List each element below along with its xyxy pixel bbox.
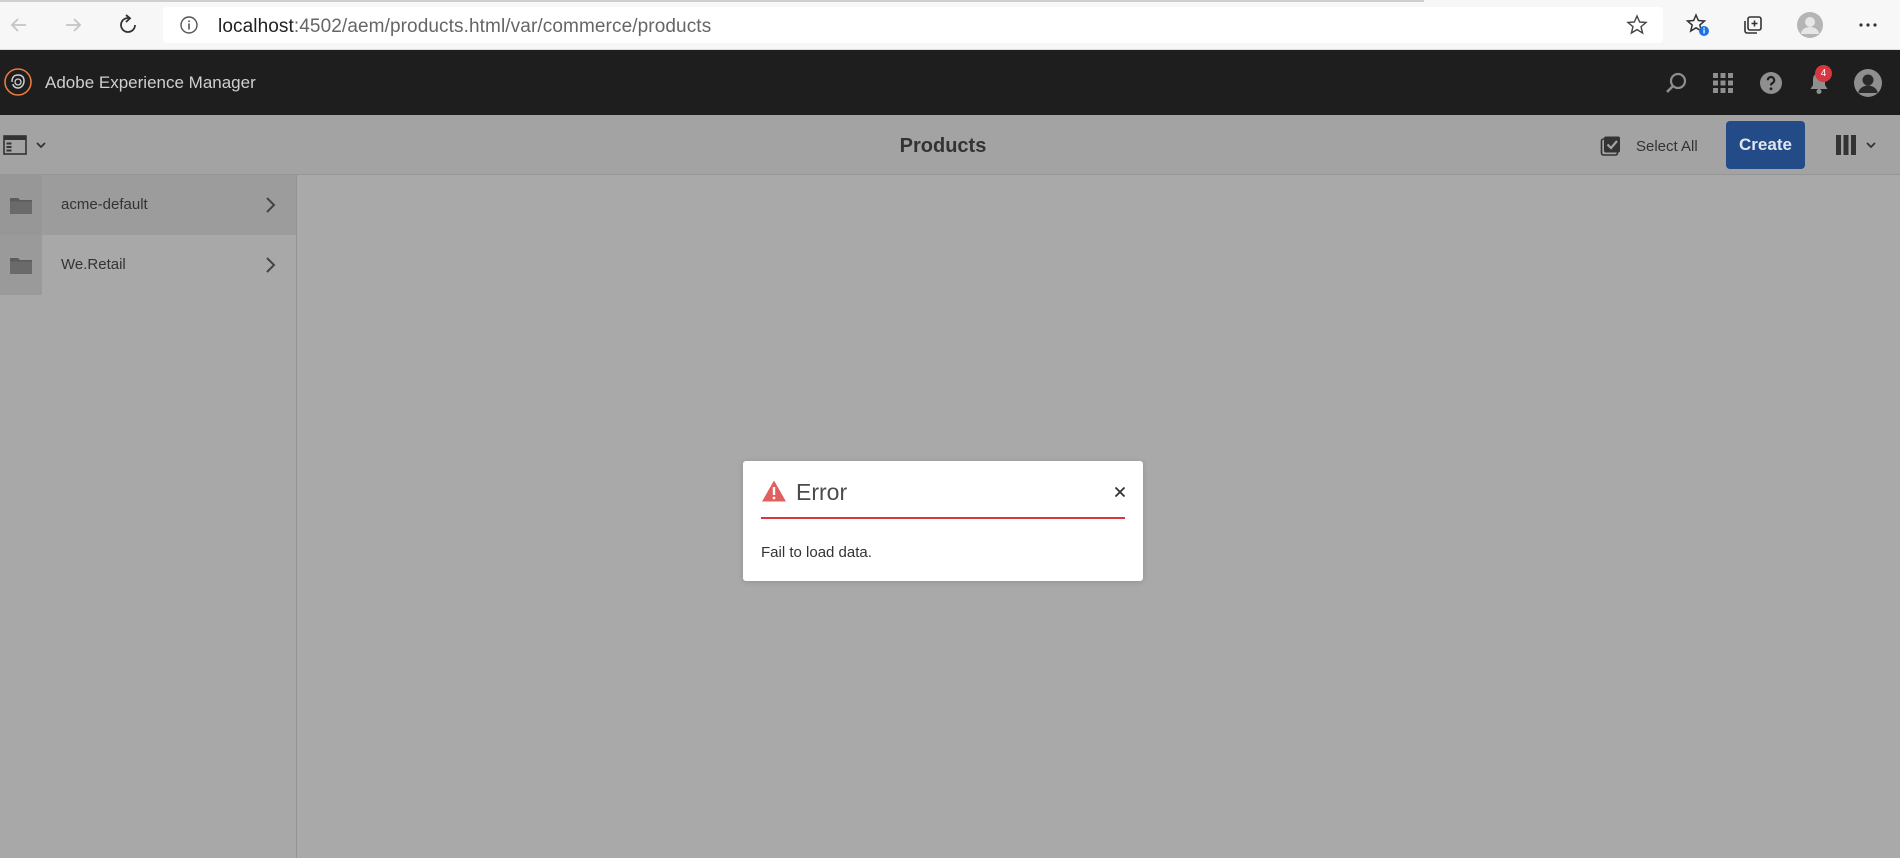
dialog-close-button[interactable] [1111,483,1129,501]
dialog-header: Error [761,479,1126,519]
select-all-label: Select All [1636,137,1698,155]
user-profile-button[interactable] [1852,67,1884,99]
create-button[interactable]: Create [1726,121,1805,169]
more-button[interactable] [1852,9,1884,41]
back-button[interactable] [3,9,35,41]
help-button[interactable] [1755,67,1787,99]
close-icon [1114,486,1126,498]
site-info-button[interactable] [179,15,199,40]
column-item-acme-default[interactable]: acme-default [0,175,296,235]
forward-arrow-icon [66,18,82,32]
shell-header: Adobe Experience Manager [0,50,1900,115]
star-icon [1626,14,1648,35]
forward-button[interactable] [57,9,89,41]
favorite-button[interactable] [1626,14,1648,41]
search-icon [1666,72,1687,93]
collections-icon [1744,16,1762,34]
collections-button[interactable] [1737,9,1769,41]
refresh-button[interactable] [112,9,144,41]
favorites-button[interactable] [1682,9,1714,41]
address-bar[interactable]: localhost:4502/aem/products.html/var/com… [163,7,1663,43]
app-title: Adobe Experience Manager [45,73,256,92]
column-item-label: We.Retail [61,256,126,273]
profile-button[interactable] [1794,9,1826,41]
column-view-icon [1836,135,1856,155]
action-bar: Products Select All Create [0,115,1900,175]
alert-icon [762,480,786,502]
column-view: acme-default We.Retail [0,175,297,858]
chevron-right-icon [266,257,276,273]
home-logo-link[interactable] [3,67,33,102]
profile-icon [1797,12,1823,38]
browser-toolbar: localhost:4502/aem/products.html/var/com… [0,0,1900,50]
page-load-progress [0,0,1424,2]
column-item-label: acme-default [61,196,148,213]
search-button[interactable] [1660,67,1692,99]
url-text: localhost:4502/aem/products.html/var/com… [218,16,711,38]
chevron-down-icon [1866,142,1876,149]
item-thumbnail [0,175,42,235]
dialog-title: Error [796,479,848,505]
url-host: localhost [218,16,294,37]
column-item-we-retail[interactable]: We.Retail [0,235,296,295]
folder-icon [10,198,32,214]
info-icon [180,16,198,34]
adobe-logo-icon [4,68,32,96]
more-icon [1859,23,1877,27]
chevron-right-icon [266,197,276,213]
view-switcher-button[interactable] [1835,132,1885,158]
select-all-button[interactable]: Select All [1600,133,1698,159]
solutions-button[interactable] [1707,67,1739,99]
url-path: :4502/aem/products.html/var/commerce/pro… [293,16,712,37]
notification-badge: 4 [1815,65,1832,82]
favorites-icon [1685,13,1709,36]
refresh-icon [120,14,136,33]
user-avatar-icon [1854,69,1882,97]
apps-grid-icon [1713,73,1733,93]
error-dialog: Error Fail to load data. [743,461,1143,581]
folder-icon [10,258,32,274]
item-thumbnail [0,235,42,295]
back-arrow-icon [10,18,26,32]
help-icon [1760,72,1782,94]
dialog-message: Fail to load data. [761,544,872,561]
checkbox-icon [1600,136,1620,156]
